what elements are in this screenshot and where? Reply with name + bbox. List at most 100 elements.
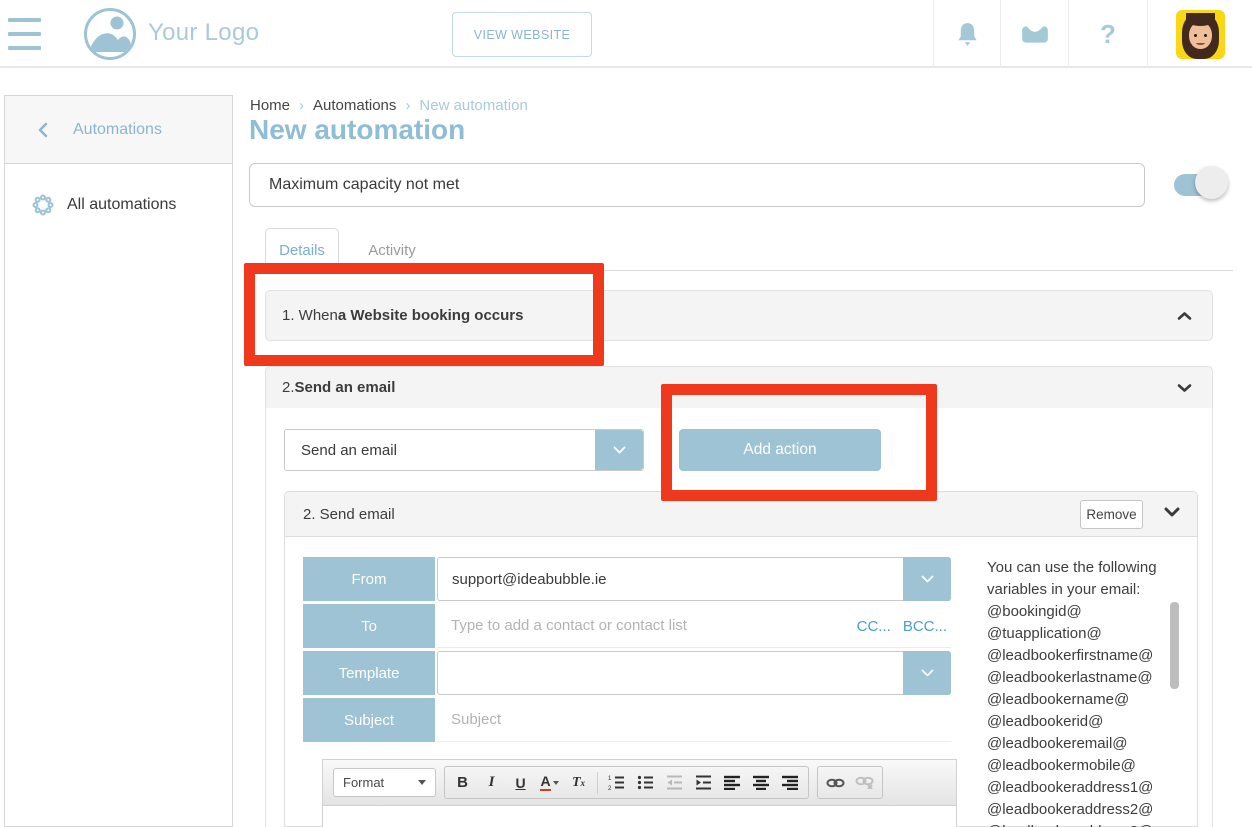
variables-scrollbar-thumb[interactable]: [1170, 602, 1179, 689]
chevron-down-icon[interactable]: [1177, 383, 1192, 392]
sidebar-back-header[interactable]: Automations: [5, 96, 232, 164]
action-section-header[interactable]: 2. Send an email: [265, 366, 1213, 409]
unlink-icon: [855, 776, 874, 789]
inbox-button[interactable]: [1000, 0, 1068, 68]
bcc-link[interactable]: BCC...: [903, 618, 947, 635]
hamburger-menu-icon[interactable]: [8, 18, 42, 50]
outdent-button[interactable]: [660, 769, 689, 796]
variable-item: @leadbookerid@: [987, 711, 1187, 733]
variables-intro-line: variables in your email:: [987, 579, 1187, 601]
bell-icon: [955, 21, 980, 48]
text-color-button[interactable]: A: [535, 769, 564, 796]
automation-name-input[interactable]: [249, 163, 1145, 207]
dropdown-arrow-icon: [553, 781, 559, 785]
chevron-down-icon: [921, 669, 934, 677]
link-group: [817, 766, 883, 799]
link-icon: [826, 777, 845, 789]
ordered-list-icon: 12: [608, 774, 625, 791]
to-placeholder: Type to add a contact or contact list: [451, 617, 687, 634]
align-left-button[interactable]: [718, 769, 747, 796]
bullet-list-icon: [637, 774, 654, 791]
action-type-select[interactable]: Send an email: [284, 429, 644, 471]
subject-placeholder: Subject: [451, 711, 501, 728]
remove-format-button[interactable]: Tx: [564, 769, 593, 796]
bold-button[interactable]: B: [448, 769, 477, 796]
help-button[interactable]: ?: [1068, 0, 1147, 68]
insert-link-button[interactable]: [821, 769, 850, 796]
dropdown-arrow-icon: [418, 780, 426, 785]
template-select-chevron[interactable]: [903, 651, 951, 695]
tab-activity[interactable]: Activity: [339, 228, 445, 272]
action-section-title: Send an email: [295, 379, 396, 396]
ordered-list-button[interactable]: 12: [602, 769, 631, 796]
subject-input[interactable]: Subject: [437, 698, 951, 742]
action-type-select-chevron[interactable]: [595, 430, 643, 470]
variable-item: @leadbookeraddress1@: [987, 777, 1187, 799]
automation-enabled-toggle-knob[interactable]: [1195, 166, 1228, 199]
action-section-prefix: 2.: [282, 379, 295, 396]
notifications-button[interactable]: [933, 0, 1000, 68]
variable-item: @leadbookername@: [987, 689, 1187, 711]
breadcrumb-separator: ›: [299, 97, 304, 114]
sidebar-item-all-automations[interactable]: All automations: [5, 182, 232, 228]
automation-builder-app: Your Logo VIEW WEBSITE ?: [0, 0, 1252, 827]
action-type-value: Send an email: [301, 442, 397, 459]
account-menu[interactable]: [1147, 0, 1252, 68]
underline-button[interactable]: U: [506, 769, 535, 796]
italic-button[interactable]: I: [477, 769, 506, 796]
trigger-section-prefix: 1. When: [282, 307, 338, 324]
view-website-button[interactable]: VIEW WEBSITE: [452, 12, 592, 57]
add-action-button[interactable]: Add action: [679, 429, 881, 471]
breadcrumb-home[interactable]: Home: [250, 97, 290, 114]
variables-intro-line: You can use the following: [987, 557, 1187, 579]
send-email-panel: 2. Send email Remove From support@ideabu…: [284, 491, 1198, 827]
from-select[interactable]: support@ideabubble.ie: [437, 557, 951, 601]
text-style-group: B I U A Tx: [444, 766, 809, 799]
logo-text: Your Logo: [148, 19, 259, 47]
main-content: Home › Automations › New automation New …: [249, 95, 1233, 827]
trigger-section-header[interactable]: 1. When a Website booking occurs: [265, 290, 1213, 341]
user-avatar[interactable]: [1176, 10, 1225, 59]
send-email-panel-header[interactable]: 2. Send email Remove: [285, 492, 1197, 537]
logo-image-icon[interactable]: [84, 8, 136, 60]
action-section-body: Send an email Add action 2. Send email R…: [265, 408, 1213, 827]
remove-action-button[interactable]: Remove: [1080, 500, 1143, 529]
variable-item: @bookingid@: [987, 601, 1187, 623]
align-center-icon: [753, 775, 770, 790]
question-mark-icon: ?: [1100, 19, 1116, 50]
variable-item: @leadbookerlastname@: [987, 667, 1187, 689]
trigger-section-title: a Website booking occurs: [338, 307, 524, 324]
sidebar: Automations All automations: [4, 95, 233, 827]
email-form: From support@ideabubble.ie: [303, 557, 951, 745]
tabs-divider: [249, 270, 1233, 271]
breadcrumb-automations[interactable]: Automations: [313, 97, 396, 114]
cc-link[interactable]: CC...: [857, 618, 891, 635]
page-title: New automation: [249, 114, 465, 146]
template-select[interactable]: [437, 651, 951, 695]
chevron-up-icon[interactable]: [1177, 311, 1192, 320]
from-label: From: [303, 557, 435, 601]
tab-details[interactable]: Details: [265, 228, 339, 272]
remove-format-t: T: [572, 775, 581, 791]
top-header: Your Logo VIEW WEBSITE ?: [0, 0, 1252, 68]
indent-button[interactable]: [689, 769, 718, 796]
inbox-tray-icon: [1020, 22, 1050, 46]
subject-label: Subject: [303, 698, 435, 742]
align-center-button[interactable]: [747, 769, 776, 796]
format-dropdown[interactable]: Format: [333, 768, 436, 797]
from-select-chevron[interactable]: [903, 557, 951, 601]
bullet-list-button[interactable]: [631, 769, 660, 796]
chevron-down-icon: [921, 575, 934, 583]
remove-link-button[interactable]: [850, 769, 879, 796]
editor-toolbar: Format B I U A: [323, 760, 956, 806]
variable-item: @leadbookeremail@: [987, 733, 1187, 755]
outdent-icon: [666, 774, 683, 791]
variable-item: @tuapplication@: [987, 623, 1187, 645]
editor-content-area[interactable]: [323, 806, 956, 827]
svg-text:1: 1: [608, 776, 612, 782]
chevron-down-icon[interactable]: [1164, 507, 1180, 517]
subject-row: Subject Subject: [303, 698, 951, 742]
align-right-button[interactable]: [776, 769, 805, 796]
template-label: Template: [303, 651, 435, 695]
align-left-icon: [724, 775, 741, 790]
